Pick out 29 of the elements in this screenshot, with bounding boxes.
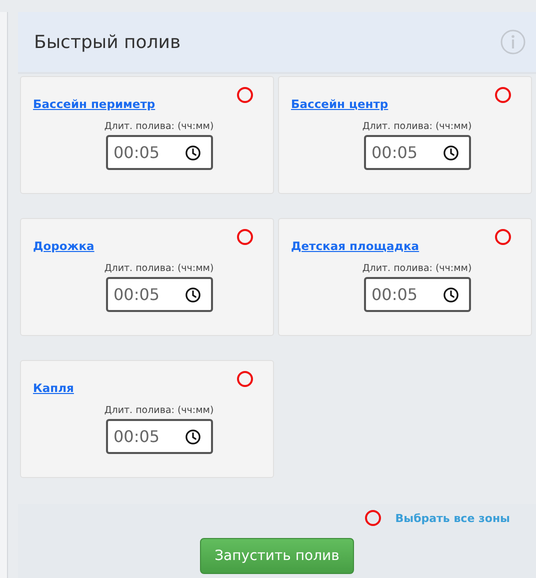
clock-icon[interactable] <box>442 144 458 160</box>
select-all-radio[interactable] <box>365 510 382 526</box>
time-field[interactable]: 00:05 <box>364 277 470 312</box>
duration-label: Длит. полива: (чч:мм) <box>362 121 472 132</box>
zone-link[interactable]: Детская площадка <box>291 239 420 253</box>
select-radio[interactable] <box>495 229 511 245</box>
select-radio[interactable] <box>495 87 511 103</box>
clock-icon[interactable] <box>184 144 200 160</box>
duration-label: Длит. полива: (чч:мм) <box>104 405 214 416</box>
clock-icon[interactable] <box>184 286 200 302</box>
zone-link[interactable]: Капля <box>33 381 74 395</box>
clock-icon[interactable] <box>184 428 200 444</box>
zone-link[interactable]: Бассейн периметр <box>33 97 156 111</box>
select-radio[interactable] <box>237 229 253 245</box>
zone-link[interactable]: Бассейн центр <box>291 97 388 111</box>
select-radio[interactable] <box>237 87 253 103</box>
clock-icon[interactable] <box>442 286 458 302</box>
time-field[interactable]: 00:05 <box>106 277 212 312</box>
time-field[interactable]: 00:05 <box>106 419 212 454</box>
duration-label: Длит. полива: (чч:мм) <box>104 263 214 274</box>
time-field[interactable]: 00:05 <box>106 135 212 170</box>
duration-label: Длит. полива: (чч:мм) <box>104 121 214 132</box>
time-field[interactable]: 00:05 <box>364 135 470 170</box>
zone-link[interactable]: Дорожка <box>33 239 94 253</box>
panel-title: Быстрый полив <box>34 32 181 52</box>
select-radio[interactable] <box>237 371 253 387</box>
start-button[interactable]: Запустить полив <box>200 538 354 574</box>
duration-label: Длит. полива: (чч:мм) <box>362 263 472 274</box>
select-all-label[interactable]: Выбрать все зоны <box>395 512 510 524</box>
